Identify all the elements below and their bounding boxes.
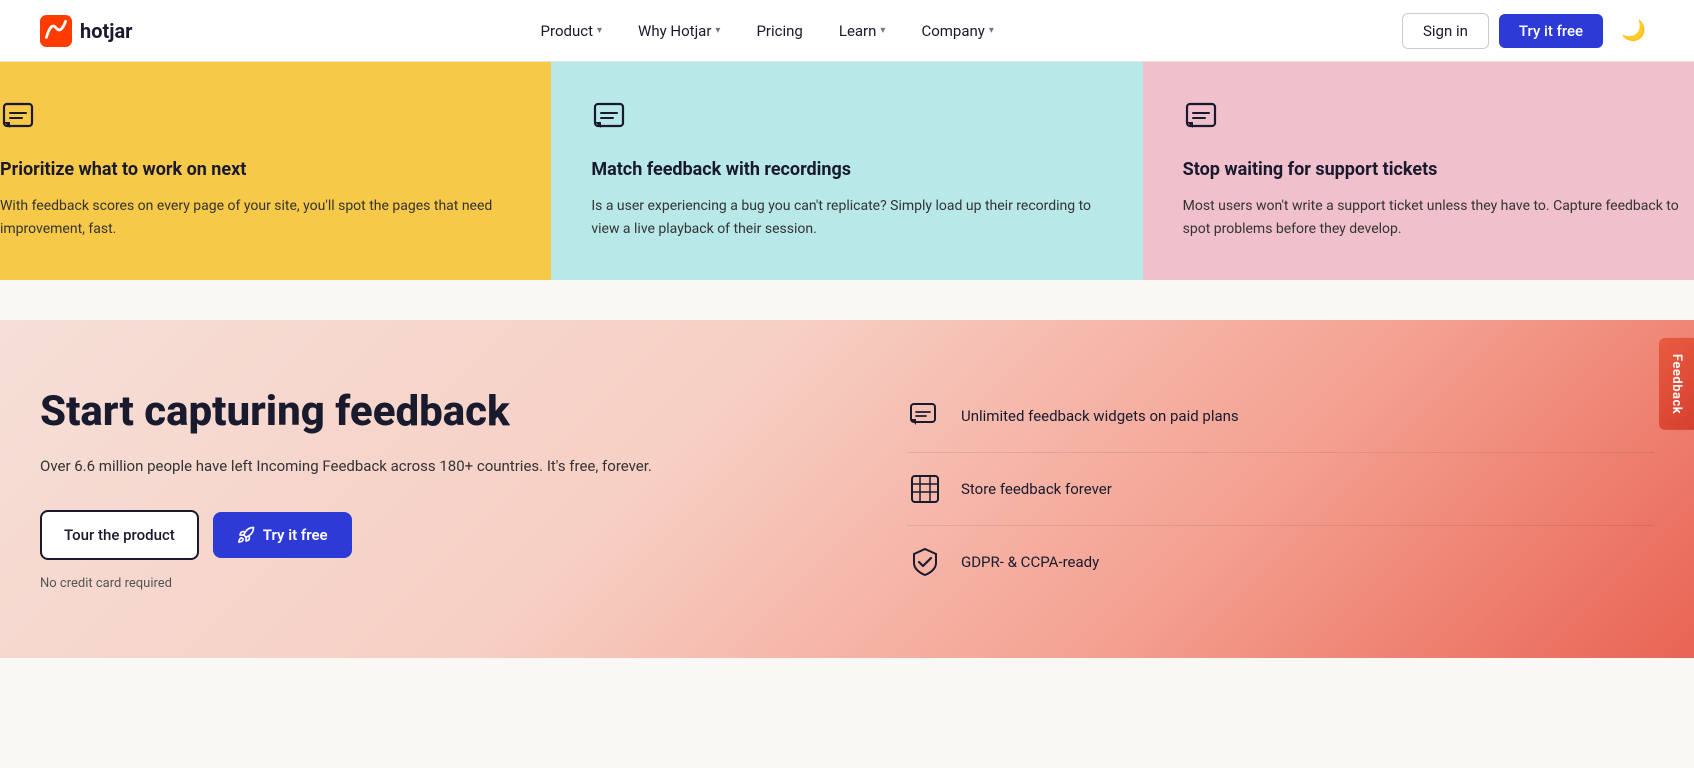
nav-links: Product ▾ Why Hotjar ▾ Pricing Learn ▾ C… — [527, 14, 1008, 48]
signin-button[interactable]: Sign in — [1402, 13, 1489, 49]
cta-title: Start capturing feedback — [40, 388, 827, 436]
card-desc: Is a user experiencing a bug you can't r… — [591, 195, 1102, 240]
cta-desc: Over 6.6 million people have left Incomi… — [40, 454, 827, 478]
nav-pricing[interactable]: Pricing — [742, 14, 816, 48]
feedback-icon — [0, 98, 40, 138]
nav-product[interactable]: Product ▾ — [527, 14, 616, 48]
cta-features: Unlimited feedback widgets on paid plans… — [867, 380, 1654, 598]
feature-gdpr: GDPR- & CCPA-ready — [907, 526, 1654, 598]
nav-company[interactable]: Company ▾ — [907, 14, 1007, 48]
nav-why-hotjar[interactable]: Why Hotjar ▾ — [624, 14, 734, 48]
try-free-button[interactable]: Try it free — [213, 512, 352, 558]
feedback-widget-icon — [907, 398, 943, 434]
nav-actions: Sign in Try it free 🌙 — [1402, 13, 1654, 49]
feature-cards: Prioritize what to work on next With fee… — [0, 62, 1694, 320]
card-prioritize: Prioritize what to work on next With fee… — [0, 62, 551, 280]
card-match-feedback: Match feedback with recordings Is a user… — [551, 62, 1142, 280]
card-desc: Most users won't write a support ticket … — [1183, 195, 1694, 240]
dark-mode-button[interactable]: 🌙 — [1613, 14, 1654, 47]
feature-text: Store feedback forever — [961, 480, 1112, 498]
chevron-down-icon: ▾ — [597, 25, 602, 36]
feedback-side-tab[interactable]: Feedback — [1659, 338, 1694, 430]
card-title: Match feedback with recordings — [591, 158, 1102, 181]
tour-product-button[interactable]: Tour the product — [40, 510, 199, 560]
nav-learn[interactable]: Learn ▾ — [825, 14, 900, 48]
logo-text: hotjar — [80, 19, 133, 43]
feature-unlimited: Unlimited feedback widgets on paid plans — [907, 380, 1654, 453]
try-it-free-button[interactable]: Try it free — [1499, 14, 1603, 48]
rocket-icon — [237, 526, 255, 544]
chevron-down-icon: ▾ — [989, 25, 994, 36]
chevron-down-icon: ▾ — [715, 25, 720, 36]
feature-text: Unlimited feedback widgets on paid plans — [961, 407, 1239, 425]
card-stop-waiting: Stop waiting for support tickets Most us… — [1143, 62, 1694, 280]
cta-buttons: Tour the product Try it free — [40, 510, 827, 560]
feature-text: GDPR- & CCPA-ready — [961, 553, 1099, 571]
logo[interactable]: hotjar — [40, 15, 133, 47]
shield-check-icon — [907, 544, 943, 580]
no-credit-card-text: No credit card required — [40, 576, 827, 591]
cta-left: Start capturing feedback Over 6.6 millio… — [40, 388, 827, 591]
support-icon — [1183, 98, 1223, 138]
card-desc: With feedback scores on every page of yo… — [0, 195, 511, 240]
chevron-down-icon: ▾ — [880, 25, 885, 36]
feature-store: Store feedback forever — [907, 453, 1654, 526]
navbar: hotjar Product ▾ Why Hotjar ▾ Pricing Le… — [0, 0, 1694, 62]
store-icon — [907, 471, 943, 507]
cta-section: Start capturing feedback Over 6.6 millio… — [0, 320, 1694, 658]
feedback-recordings-icon — [591, 98, 631, 138]
card-title: Stop waiting for support tickets — [1183, 158, 1694, 181]
card-title: Prioritize what to work on next — [0, 158, 511, 181]
